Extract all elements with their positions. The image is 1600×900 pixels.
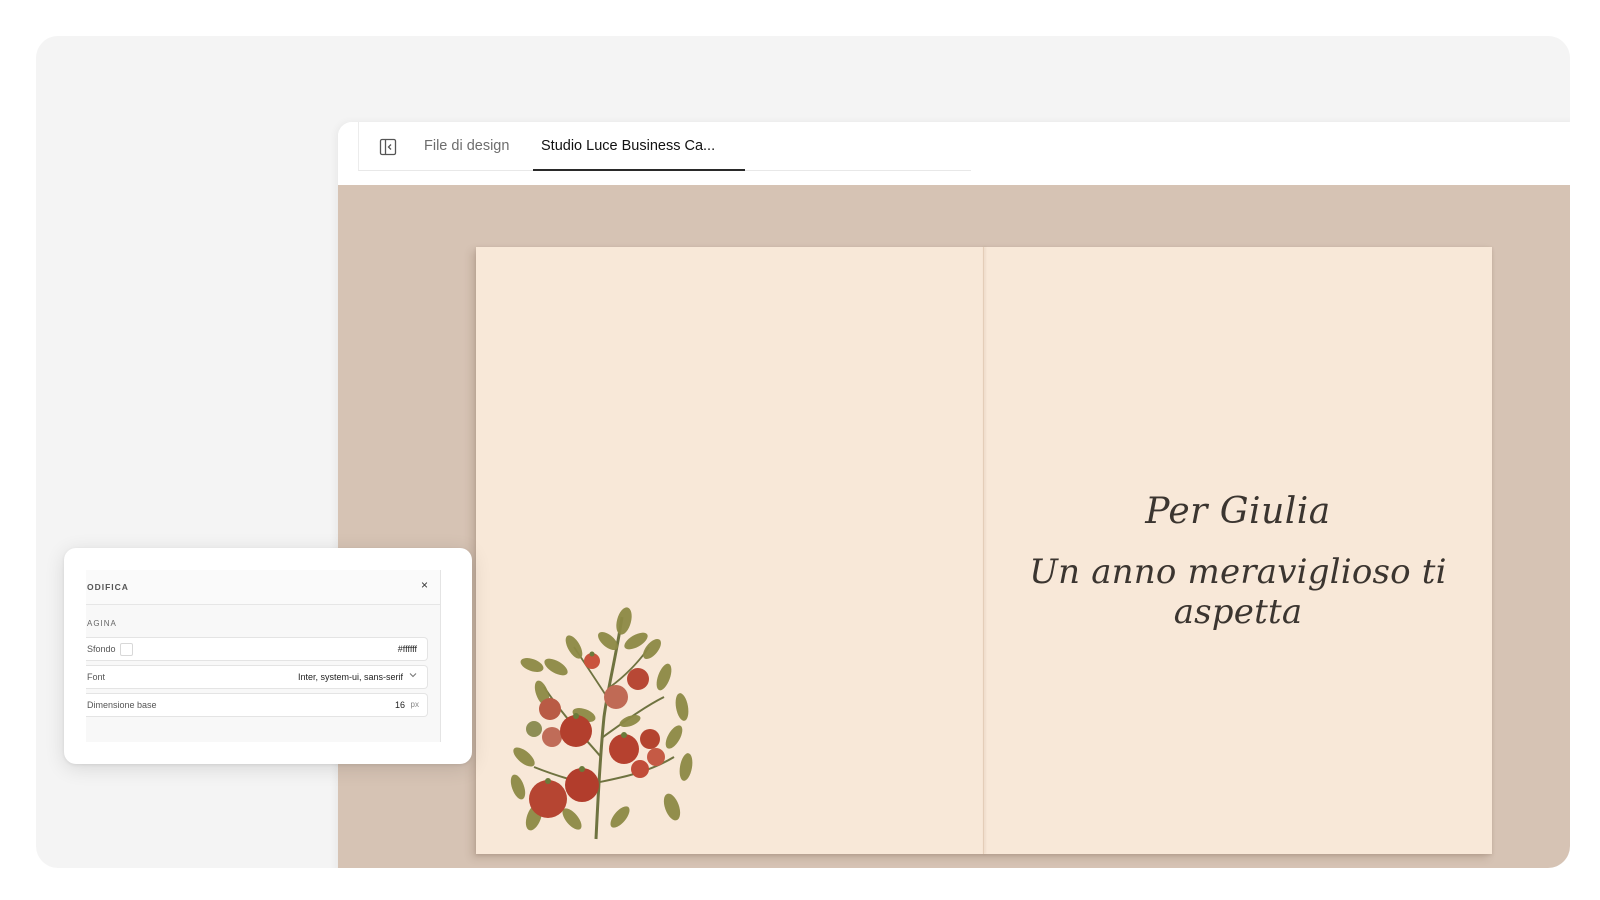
edit-panel-content: ODIFICA × AGINA Sfondo #ffffff Font Inte…: [86, 570, 441, 742]
tomato-plant-illustration: [510, 607, 693, 840]
base-size-unit: px: [410, 700, 419, 709]
card-message[interactable]: Un anno meraviglioso ti aspetta: [984, 552, 1492, 632]
base-size-label: Dimensione base: [87, 700, 157, 710]
font-row: Font Inter, system-ui, sans-serif: [86, 665, 428, 689]
card-recipient-name[interactable]: Per Giulia: [984, 491, 1492, 532]
chevron-down-icon[interactable]: [409, 671, 417, 681]
edit-panel-title: ODIFICA: [87, 582, 129, 592]
close-icon[interactable]: ×: [421, 578, 428, 592]
greeting-card: Per Giulia Un anno meraviglioso ti aspet…: [476, 247, 1492, 854]
design-canvas: Per Giulia Un anno meraviglioso ti aspet…: [338, 185, 1570, 868]
tab-strip: File di design Studio Luce Business Ca..…: [358, 122, 971, 171]
font-label: Font: [87, 672, 106, 682]
tab-design-files[interactable]: File di design: [424, 122, 509, 170]
app-window: File di design Studio Luce Business Ca..…: [338, 122, 1570, 868]
card-left-panel: [476, 247, 983, 854]
edit-panel-header: ODIFICA ×: [86, 570, 440, 605]
font-select[interactable]: Inter, system-ui, sans-serif: [298, 672, 403, 682]
background-label: Sfondo: [87, 644, 116, 654]
page-section-label: AGINA: [87, 619, 117, 628]
sidebar-toggle-icon[interactable]: [379, 138, 397, 156]
edit-panel: ODIFICA × AGINA Sfondo #ffffff Font Inte…: [64, 548, 472, 764]
background-row: Sfondo #ffffff: [86, 637, 428, 661]
tab-bar: File di design Studio Luce Business Ca..…: [338, 122, 1570, 186]
background-color-swatch[interactable]: [120, 643, 133, 656]
card-right-panel: Per Giulia Un anno meraviglioso ti aspet…: [984, 247, 1492, 854]
screenshot-frame: File di design Studio Luce Business Ca..…: [36, 36, 1570, 868]
base-size-row: Dimensione base 16 px: [86, 693, 428, 717]
base-size-input[interactable]: 16: [395, 700, 405, 710]
tab-business-card[interactable]: Studio Luce Business Ca...: [533, 122, 745, 171]
background-color-field[interactable]: #ffffff: [398, 644, 417, 654]
